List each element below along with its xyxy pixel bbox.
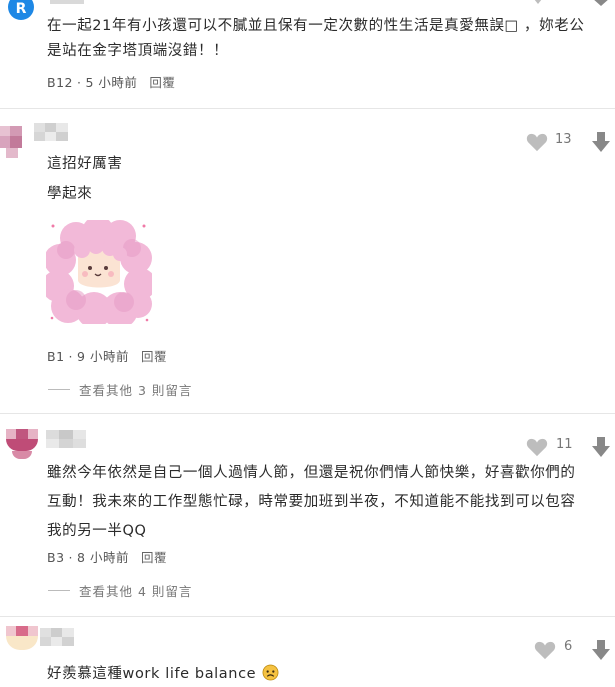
- like-count: 13: [555, 132, 572, 147]
- comment-b1: 13 這招好厲害 學起來 B1 · 9 小時前 回覆 查看其他 3 則留言: [0, 110, 615, 410]
- comment-text-line: 雖然今年依然是自己一個人過情人節，但還是祝你們情人節快樂，好喜歡你們的: [47, 465, 576, 481]
- comment-text-line: 互動！我未來的工作型態忙碌，時常要加班到半夜，不知道能不能找到可以包容: [47, 494, 576, 510]
- reply-link[interactable]: 回覆: [141, 349, 167, 364]
- username-obscured: [46, 430, 86, 448]
- timestamp: 5 小時前: [85, 75, 138, 90]
- floor-number: B12: [47, 75, 73, 90]
- avatar-letter: R: [15, 1, 27, 17]
- username-obscured: [50, 0, 84, 4]
- comment-meta: B3 · 8 小時前 回覆: [47, 547, 167, 566]
- floor-number: B1: [47, 349, 65, 364]
- divider: [0, 413, 615, 414]
- comment-text-line: 學起來: [47, 186, 93, 202]
- like-count: 6: [564, 639, 573, 654]
- avatar[interactable]: [6, 429, 50, 473]
- heart-icon[interactable]: [528, 0, 548, 6]
- like-count: 11: [556, 437, 573, 452]
- username-obscured: [34, 123, 68, 141]
- comment-meta: B12 · 5 小時前 回覆: [47, 72, 175, 91]
- pink-sheep-sticker: [46, 220, 152, 324]
- comment-b3: 11 雖然今年依然是自己一個人過情人節，但還是祝你們情人節快樂，好喜歡你們的 互…: [0, 415, 615, 615]
- dislike-icon[interactable]: [592, 437, 610, 457]
- comment-text-line: 好羨慕這種work life balance: [47, 666, 257, 682]
- divider: [0, 108, 615, 109]
- comment-b12: R 26 在一起21年有小孩還可以不膩並且保有一定次數的性生活是真愛無誤□ ，妳…: [0, 0, 615, 110]
- comment-text: 這招好厲害 學起來: [47, 152, 123, 207]
- reply-link[interactable]: 回覆: [149, 75, 175, 90]
- heart-icon[interactable]: [526, 132, 548, 152]
- dislike-icon[interactable]: [592, 640, 610, 660]
- reply-link[interactable]: 回覆: [141, 550, 167, 565]
- comment-text-line: 是站在金字塔頂端沒錯！！: [47, 43, 229, 59]
- divider: [0, 616, 615, 617]
- heart-icon[interactable]: [526, 437, 548, 457]
- comment-4: 6 好羨慕這種work life balance: [0, 618, 615, 687]
- view-more-replies[interactable]: 查看其他 3 則留言: [79, 380, 192, 399]
- timestamp: 8 小時前: [77, 550, 129, 565]
- dislike-icon[interactable]: [592, 132, 610, 152]
- comment-meta: B1 · 9 小時前 回覆: [47, 346, 167, 365]
- comment-text-line: 在一起21年有小孩還可以不膩並且保有一定次數的性生活是真愛無誤□ ，妳老公: [47, 18, 585, 34]
- timestamp: 9 小時前: [77, 349, 129, 364]
- username-obscured: [40, 628, 74, 646]
- avatar[interactable]: R: [8, 0, 34, 20]
- comment-text: 雖然今年依然是自己一個人過情人節，但還是祝你們情人節快樂，好喜歡你們的 互動！我…: [47, 459, 612, 546]
- view-more-replies[interactable]: 查看其他 4 則留言: [79, 581, 192, 600]
- worried-emoji-icon: [262, 664, 279, 681]
- comment-text-line: 這招好厲害: [47, 156, 123, 172]
- meta-dot: ·: [68, 550, 74, 565]
- like-count: 26: [556, 0, 573, 4]
- meta-dot: ·: [76, 75, 82, 90]
- heart-icon[interactable]: [534, 640, 556, 660]
- floor-number: B3: [47, 550, 65, 565]
- view-more-line: [48, 389, 70, 390]
- comment-text: 好羨慕這種work life balance: [47, 662, 279, 687]
- view-more-line: [48, 590, 70, 591]
- comment-text-line: 我的另一半QQ: [47, 523, 147, 539]
- comment-text: 在一起21年有小孩還可以不膩並且保有一定次數的性生活是真愛無誤□ ，妳老公 是站…: [47, 14, 612, 64]
- meta-dot: ·: [68, 349, 74, 364]
- dislike-icon[interactable]: [592, 0, 610, 6]
